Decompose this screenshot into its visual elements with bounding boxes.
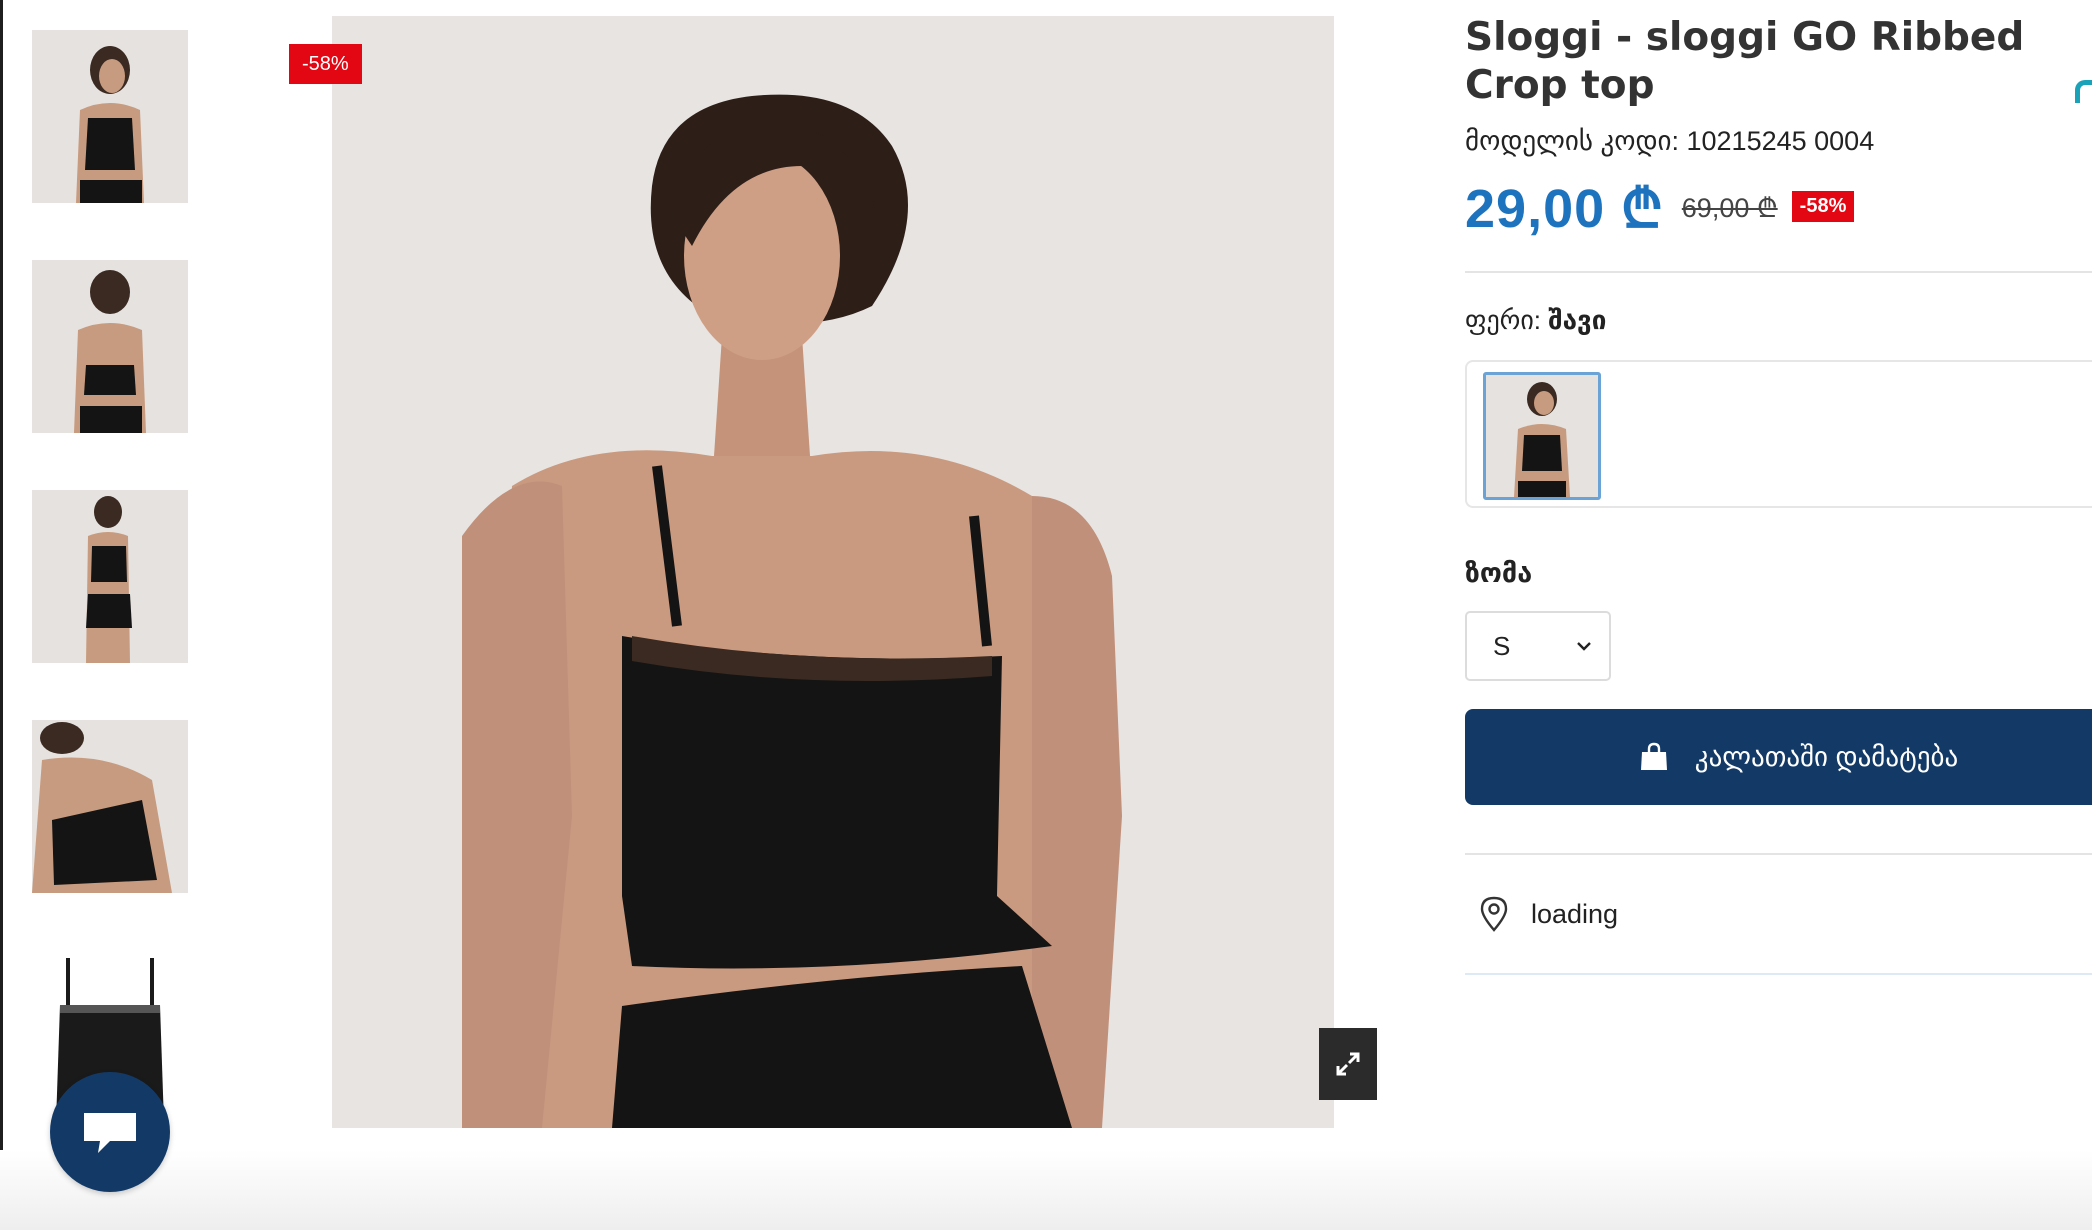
expand-image-button[interactable] bbox=[1319, 1028, 1377, 1100]
store-availability: loading bbox=[1465, 855, 2092, 973]
location-pin-icon bbox=[1480, 896, 1508, 932]
model-code: მოდელის კოდი: 10215245 0004 bbox=[1465, 126, 1875, 156]
location-status: loading bbox=[1531, 898, 1619, 929]
add-to-cart-button[interactable]: კალათაში დამატება bbox=[1465, 709, 2092, 805]
page-footer-shade bbox=[0, 1150, 2092, 1230]
color-label: ფერი: bbox=[1465, 305, 1542, 335]
chat-button[interactable] bbox=[50, 1072, 170, 1192]
add-to-cart-label: კალათაში დამატება bbox=[1694, 741, 1959, 772]
chat-bubble-icon bbox=[84, 1113, 136, 1153]
chevron-down-icon bbox=[1577, 642, 1591, 651]
color-row: ფერი: შავი bbox=[1465, 305, 2092, 336]
thumbnail-back[interactable] bbox=[32, 260, 188, 433]
old-price: 69,00 ₾ bbox=[1681, 192, 1778, 223]
side-widget-edge[interactable] bbox=[2075, 80, 2092, 103]
main-product-image[interactable] bbox=[332, 16, 1334, 1128]
size-label: ზომა bbox=[1465, 558, 1533, 588]
divider bbox=[1465, 271, 2092, 273]
shopping-bag-icon bbox=[1640, 742, 1667, 770]
current-price: 29,00 ₾ bbox=[1465, 179, 1664, 239]
product-info: Sloggi - sloggi GO Ribbed Crop top მოდელ… bbox=[1465, 14, 2092, 975]
thumbnail-outfit[interactable] bbox=[32, 490, 188, 663]
color-value: შავი bbox=[1548, 305, 1607, 335]
color-swatch-black[interactable] bbox=[1483, 372, 1601, 500]
product-title: Sloggi - sloggi GO Ribbed Crop top bbox=[1465, 15, 2025, 108]
size-selected-value: S bbox=[1493, 630, 1511, 661]
divider bbox=[1465, 973, 2092, 975]
color-swatch-list bbox=[1465, 360, 2092, 508]
size-select[interactable]: S bbox=[1465, 611, 1611, 681]
thumbnail-detail[interactable] bbox=[32, 720, 188, 893]
expand-icon bbox=[1336, 1052, 1360, 1076]
discount-badge: -58% bbox=[1791, 190, 1855, 222]
discount-flag: -58% bbox=[289, 44, 362, 84]
thumbnail-front[interactable] bbox=[32, 30, 188, 203]
window-edge bbox=[0, 0, 3, 1230]
thumbnail-list bbox=[32, 30, 188, 1180]
price-row: 29,00 ₾ 69,00 ₾ -58% bbox=[1465, 169, 2092, 243]
